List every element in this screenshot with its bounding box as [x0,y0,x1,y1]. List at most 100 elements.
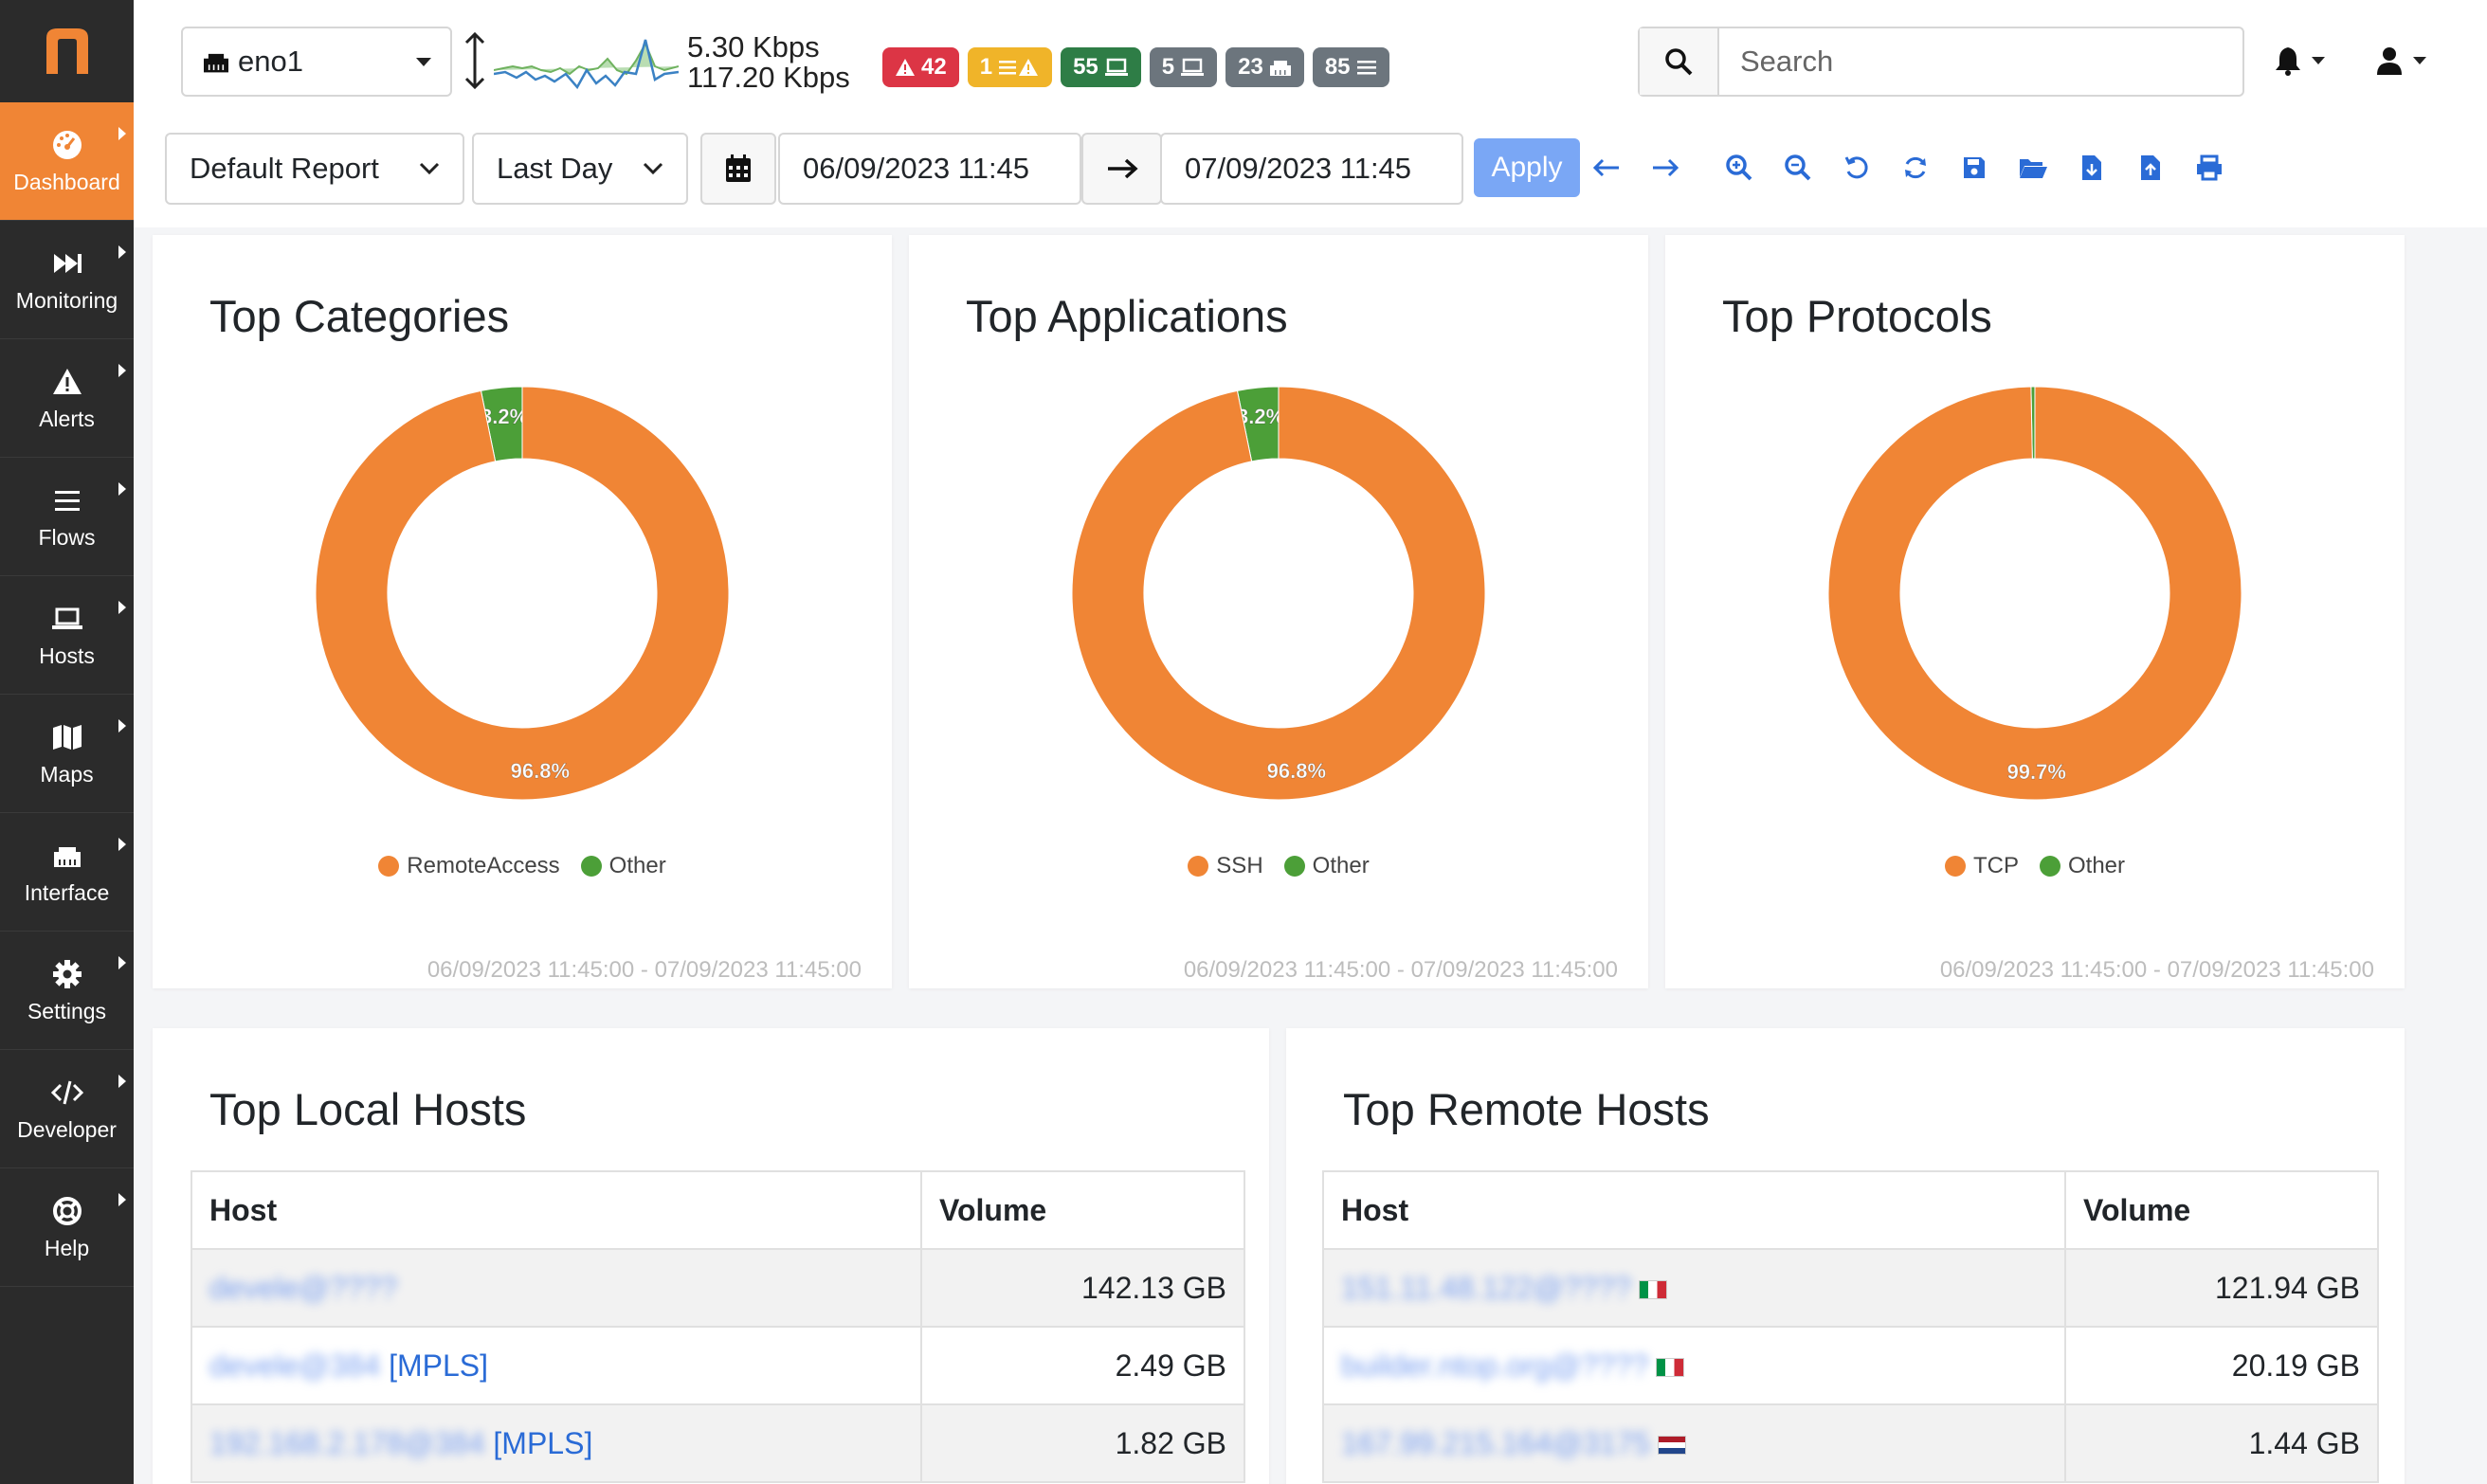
sidebar-item-developer[interactable]: Developer [0,1050,134,1168]
host-link[interactable]: 167.99.215.164@3175 [1341,1426,1650,1461]
user-menu[interactable] [2375,45,2426,76]
undo-button[interactable] [1838,149,1876,187]
range-selector[interactable]: Last Day [472,133,688,205]
report-selector-label: Default Report [190,152,379,185]
legend-swatch [1188,856,1209,877]
sidebar-item-alerts[interactable]: Alerts [0,339,134,458]
zoom-out-button[interactable] [1779,149,1817,187]
column-header-host[interactable]: Host [1322,1170,2066,1250]
search-icon [1665,48,1693,76]
sidebar: Dashboard Monitoring Alerts Flows Hosts … [0,0,134,1484]
flows-badge[interactable]: 85 [1312,47,1389,87]
sidebar-item-help[interactable]: Help [0,1168,134,1287]
badge-value: 85 [1324,54,1351,80]
throughput-readout: 5.30 Kbps 117.20 Kbps [687,32,850,93]
sidebar-item-label: Interface [24,879,110,905]
download-button[interactable] [2073,149,2111,187]
remote-hosts-badge[interactable]: 5 [1149,47,1218,87]
legend-item[interactable]: Other [580,853,666,879]
sidebar-item-label: Help [44,1235,90,1260]
submenu-caret-icon [118,245,126,259]
date-to-input[interactable]: 07/09/2023 11:45 [1160,133,1463,205]
italy-flag-icon [1656,1358,1685,1378]
donut-slice-remoteaccess[interactable] [315,386,730,801]
card-title: Top Protocols [1722,291,1992,341]
zoom-out-icon [1785,154,1811,181]
host-link[interactable]: 192.168.2.178@384 [209,1426,485,1461]
top-categories-donut: 3.2%96.8% [315,386,730,801]
previous-range-button[interactable] [1588,149,1625,187]
table-row: 167.99.215.164@3175 1.44 GB [1322,1403,2379,1483]
fast-forward-icon [53,253,82,273]
legend-item[interactable]: TCP [1944,853,2019,879]
local-hosts-badge[interactable]: 55 [1061,47,1141,87]
ntopng-logo[interactable] [0,0,134,102]
host-link[interactable]: devele@384 [209,1348,380,1384]
arrow-right-icon [1653,158,1679,177]
calendar-button[interactable] [700,133,776,205]
devices-badge[interactable]: 23 [1225,47,1304,87]
legend-label: Other [1312,853,1370,878]
sidebar-item-label: Flows [38,524,96,550]
submenu-caret-icon [118,364,126,377]
host-link[interactable]: 151.11.48.122@???? [1341,1271,1631,1306]
print-button[interactable] [2190,149,2228,187]
open-button[interactable] [2014,149,2052,187]
file-download-icon [2082,155,2101,180]
donut-slice-tcp[interactable] [1827,386,2242,801]
top-protocols-donut: 99.7% [1827,386,2242,801]
chevron-down-icon [2312,57,2325,64]
chart-legend: RemoteAccess Other [153,853,892,879]
sidebar-item-dashboard[interactable]: Dashboard [0,102,134,221]
sidebar-item-monitoring[interactable]: Monitoring [0,221,134,339]
sidebar-item-interface[interactable]: Interface [0,813,134,932]
sidebar-item-label: Dashboard [13,169,120,194]
host-link[interactable]: builder.ntop.org@???? [1341,1348,1648,1384]
report-selector[interactable]: Default Report [165,133,464,205]
alerts-badge[interactable]: 42 [882,47,959,87]
save-button[interactable] [1955,149,1993,187]
network-tag-link[interactable]: [MPLS] [389,1348,488,1383]
refresh-button[interactable] [1897,149,1934,187]
network-tag-link[interactable]: [MPLS] [493,1426,592,1460]
next-range-button[interactable] [1646,149,1684,187]
laptop-icon [1181,58,1205,76]
column-header-volume[interactable]: Volume [920,1170,1245,1250]
notifications-menu[interactable] [2274,45,2325,76]
sidebar-item-maps[interactable]: Maps [0,695,134,813]
legend-item[interactable]: Other [2039,853,2125,879]
legend-item[interactable]: RemoteAccess [378,853,560,879]
legend-item[interactable]: Other [1283,853,1370,879]
flow-alerts-badge[interactable]: 1 [967,47,1053,87]
search-box [1638,27,2244,97]
host-link[interactable]: devele@???? [209,1271,397,1306]
sidebar-item-label: Alerts [39,406,95,431]
search-input[interactable] [1719,28,2242,95]
zoom-in-button[interactable] [1720,149,1758,187]
column-header-volume[interactable]: Volume [2064,1170,2379,1250]
refresh-icon [1905,156,1926,179]
bell-icon [2276,47,2300,76]
legend-swatch [378,856,400,877]
legend-item[interactable]: SSH [1188,853,1263,879]
host-cell: builder.ntop.org@???? [1322,1326,2066,1405]
host-cell: 151.11.48.122@???? [1322,1248,2066,1328]
undo-icon [1844,156,1868,179]
topbar: eno1 5.30 Kbps 117.20 Kbps 42 1 55 5 23 … [134,0,2487,227]
bars-icon [1356,61,1376,75]
sidebar-item-settings[interactable]: Settings [0,932,134,1050]
column-header-host[interactable]: Host [191,1170,922,1250]
remote-hosts-table: Host Volume 151.11.48.122@???? 121.94 GB… [1322,1170,2379,1483]
status-badges: 42 1 55 5 23 85 [882,47,1389,87]
submenu-caret-icon [118,1193,126,1206]
throughput-down: 117.20 Kbps [687,61,850,94]
interface-selector[interactable]: eno1 [181,27,452,97]
sidebar-item-flows[interactable]: Flows [0,458,134,576]
date-from-input[interactable]: 06/09/2023 11:45 [778,133,1081,205]
upload-button[interactable] [2132,149,2169,187]
apply-button[interactable]: Apply [1474,138,1580,197]
donut-slice-ssh[interactable] [1071,386,1486,801]
top-applications-donut: 3.2%96.8% [1071,386,1486,801]
search-button[interactable] [1640,28,1719,95]
sidebar-item-hosts[interactable]: Hosts [0,576,134,695]
